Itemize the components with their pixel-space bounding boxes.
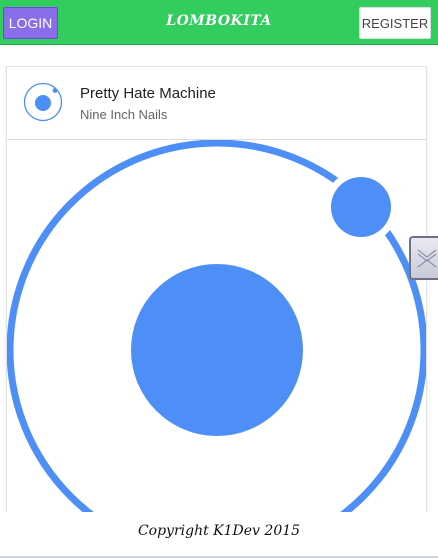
- chevron-icon: [417, 249, 437, 268]
- album-cover-image: [7, 140, 426, 525]
- album-title: Pretty Hate Machine: [80, 85, 216, 102]
- copyright-text: Copyright K1Dev 2015: [137, 523, 301, 539]
- card-header[interactable]: Pretty Hate Machine Nine Inch Nails: [7, 67, 426, 140]
- album-artist: Nine Inch Nails: [80, 107, 168, 122]
- content-area: Pretty Hate Machine Nine Inch Nails: [0, 46, 438, 526]
- scroll-widget[interactable]: [409, 236, 438, 280]
- register-button[interactable]: REGISTER: [359, 7, 431, 39]
- album-card: Pretty Hate Machine Nine Inch Nails: [6, 66, 427, 526]
- ionic-logo-icon: [7, 140, 426, 525]
- footer-bar: Copyright K1Dev 2015: [0, 512, 438, 558]
- ionic-logo-icon: [23, 82, 63, 122]
- app: LOGIN LOMBOKITA REGISTER Pretty Hate Mac…: [0, 0, 438, 558]
- header-bar: LOGIN LOMBOKITA REGISTER: [0, 0, 438, 45]
